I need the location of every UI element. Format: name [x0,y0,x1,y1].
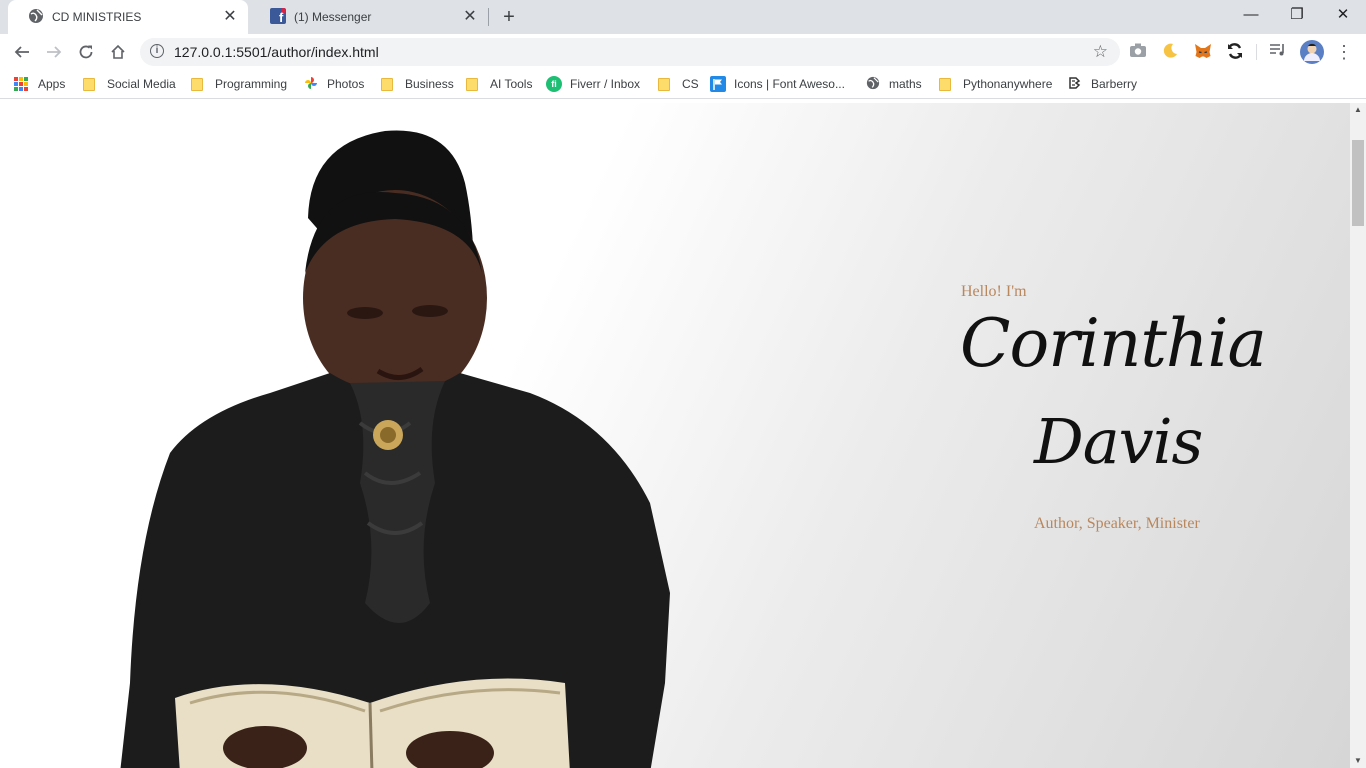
bookmark-label: Fiverr / Inbox [570,77,641,91]
bookmark-programming[interactable]: Programming [191,70,287,98]
bookmark-social-media[interactable]: Social Media [83,70,176,98]
tab-title: (1) Messenger [294,10,372,24]
bookmark-label: maths [889,77,922,91]
author-portrait-image [120,130,670,768]
barberry-icon [1067,76,1083,92]
bookmark-label: Pythonanywhere [963,77,1053,91]
font-awesome-flag-icon [710,76,726,92]
bookmarks-bar: Apps Social Media Programming Photos Bus… [0,70,1366,99]
globe-icon [28,8,44,27]
folder-icon [83,77,95,91]
author-roles: Author, Speaker, Minister [1034,515,1200,532]
bookmark-label: Photos [327,77,365,91]
folder-icon [191,77,203,91]
tab-strip: CD MINISTRIES ✕ f (1) Messenger ✕ + — ❐ … [0,0,1366,34]
bookmark-label: Barberry [1091,77,1138,91]
folder-icon [466,77,478,91]
moon-icon[interactable] [1160,42,1180,62]
author-last-name: Davis [1034,405,1203,478]
bookmark-label: AI Tools [490,77,533,91]
toolbar-divider [1256,44,1257,60]
bookmark-font-awesome[interactable]: Icons | Font Aweso... [710,70,845,98]
new-tab-button[interactable]: + [497,5,521,29]
facebook-icon: f [270,7,286,27]
info-icon[interactable]: i [150,44,164,58]
bookmark-label: Business [405,77,454,91]
reload-button[interactable] [72,38,100,66]
folder-icon [939,77,951,91]
scrollbar-thumb[interactable] [1352,140,1364,226]
metamask-fox-icon[interactable] [1193,42,1213,62]
sync-icon[interactable] [1225,42,1245,62]
scroll-down-icon[interactable]: ▼ [1350,754,1366,768]
minimize-button[interactable]: — [1228,0,1274,30]
home-button[interactable] [104,38,132,66]
star-icon[interactable]: ☆ [1093,38,1108,66]
tab-divider [488,8,489,26]
close-icon[interactable]: ✕ [222,9,238,25]
reload-icon [79,45,93,59]
hero-section: Hello! I'm Corinthia Davis Author, Speak… [0,103,1350,768]
tab-messenger[interactable]: f (1) Messenger ✕ [250,0,488,34]
restore-button[interactable]: ❐ [1274,0,1320,30]
bookmark-apps[interactable]: Apps [14,70,65,98]
bookmark-label: Apps [38,77,66,91]
camera-icon[interactable] [1128,42,1148,62]
url-text: 127.0.0.1:5501/author/index.html [174,44,379,60]
bookmark-barberry[interactable]: Barberry [1067,70,1137,98]
bookmark-photos[interactable]: Photos [303,70,364,98]
bookmark-label: Social Media [107,77,176,91]
avatar[interactable] [1300,40,1324,64]
greeting-text: Hello! I'm [961,283,1027,300]
media-playlist-icon[interactable] [1268,42,1288,62]
page-scrollbar[interactable]: ▲ ▼ [1350,103,1366,768]
bookmark-fiverr-inbox[interactable]: fi Fiverr / Inbox [546,70,640,98]
tab-cd-ministries[interactable]: CD MINISTRIES ✕ [8,0,248,34]
tab-title: CD MINISTRIES [52,10,142,24]
globe-icon [865,76,881,92]
bookmark-label: Icons | Font Aweso... [734,77,845,91]
arrow-right-icon [47,46,62,58]
bookmark-label: Programming [215,77,288,91]
home-icon [111,44,125,59]
close-window-button[interactable]: ✕ [1320,0,1366,30]
more-menu-icon[interactable]: ⋮ [1334,42,1354,62]
bookmark-label: CS [682,77,699,91]
folder-icon [658,77,670,91]
back-button[interactable] [8,38,36,66]
bookmark-maths[interactable]: maths [865,70,922,98]
bookmark-cs[interactable]: CS [658,70,699,98]
folder-icon [381,77,393,91]
browser-toolbar: i 127.0.0.1:5501/author/index.html ☆ ⋮ [0,34,1366,70]
address-bar[interactable]: i 127.0.0.1:5501/author/index.html ☆ [140,38,1120,66]
arrow-left-icon [14,46,29,58]
apps-grid-icon [14,77,28,91]
close-icon[interactable]: ✕ [462,9,478,25]
author-first-name: Corinthia [960,305,1267,382]
scroll-up-icon[interactable]: ▲ [1350,103,1366,117]
photos-pinwheel-icon [303,76,319,92]
bookmark-business[interactable]: Business [381,70,454,98]
fiverr-icon: fi [546,76,562,92]
bookmark-ai-tools[interactable]: AI Tools [466,70,532,98]
bookmark-pythonanywhere[interactable]: Pythonanywhere [939,70,1052,98]
forward-button[interactable] [40,38,68,66]
